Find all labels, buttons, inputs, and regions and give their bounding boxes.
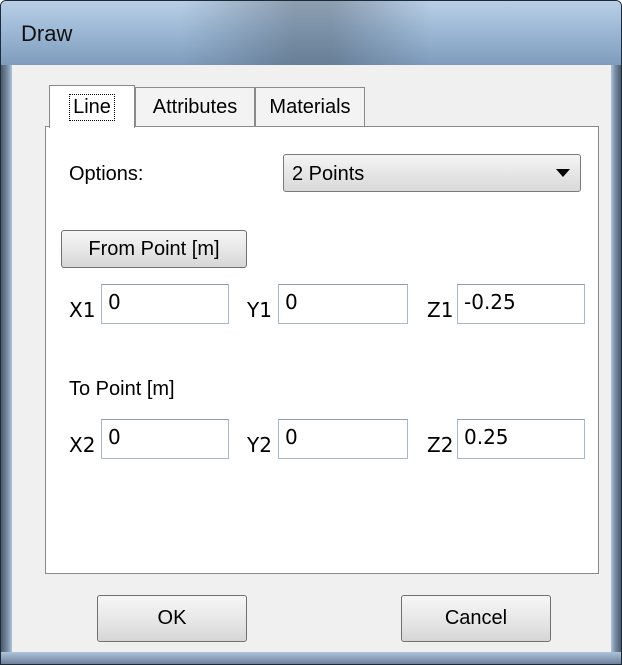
z2-field[interactable]: 0.25 xyxy=(457,419,585,459)
z1-value: -0.25 xyxy=(464,290,516,314)
options-selected-value: 2 Points xyxy=(292,163,365,185)
title-bar[interactable]: Draw xyxy=(1,1,621,65)
x1-label: X1 xyxy=(69,298,96,322)
options-label: Options: xyxy=(69,163,144,185)
cancel-button[interactable]: Cancel xyxy=(401,595,551,642)
to-point-label: To Point [m] xyxy=(69,378,175,400)
ok-button[interactable]: OK xyxy=(97,595,247,642)
window-frame-right xyxy=(611,65,621,664)
y1-value: 0 xyxy=(285,290,298,314)
chevron-down-icon xyxy=(556,169,570,177)
x2-label: X2 xyxy=(69,433,96,457)
title-bar-glass xyxy=(181,1,431,65)
y1-field[interactable]: 0 xyxy=(278,284,408,324)
y2-label: Y2 xyxy=(247,433,272,457)
z2-value: 0.25 xyxy=(464,425,509,449)
x2-value: 0 xyxy=(108,425,121,449)
tab-panel-line xyxy=(45,126,599,574)
cancel-button-label: Cancel xyxy=(444,607,508,629)
window-title: Draw xyxy=(21,21,73,46)
tab-materials[interactable]: Materials xyxy=(255,87,365,126)
window-frame-bottom xyxy=(1,652,621,664)
x2-field[interactable]: 0 xyxy=(101,419,229,459)
z2-label: Z2 xyxy=(427,433,454,457)
tab-materials-label: Materials xyxy=(269,95,351,118)
from-point-button-label: From Point [m] xyxy=(88,237,220,260)
ok-button-label: OK xyxy=(157,607,187,629)
y2-value: 0 xyxy=(285,425,298,449)
options-dropdown[interactable]: 2 Points xyxy=(283,154,581,192)
tab-line[interactable]: Line xyxy=(49,85,135,128)
z1-label: Z1 xyxy=(427,298,454,322)
draw-dialog: Draw Line Attributes Materials Options: … xyxy=(0,0,622,665)
from-point-button[interactable]: From Point [m] xyxy=(61,230,247,268)
window-frame-left xyxy=(1,65,12,664)
x1-field[interactable]: 0 xyxy=(101,284,229,324)
y1-label: Y1 xyxy=(247,298,272,322)
tab-attributes-label: Attributes xyxy=(152,95,238,118)
y2-field[interactable]: 0 xyxy=(278,419,408,459)
z1-field[interactable]: -0.25 xyxy=(457,284,585,324)
x1-value: 0 xyxy=(108,290,121,314)
tab-attributes[interactable]: Attributes xyxy=(135,87,255,126)
tab-line-label: Line xyxy=(69,93,115,121)
